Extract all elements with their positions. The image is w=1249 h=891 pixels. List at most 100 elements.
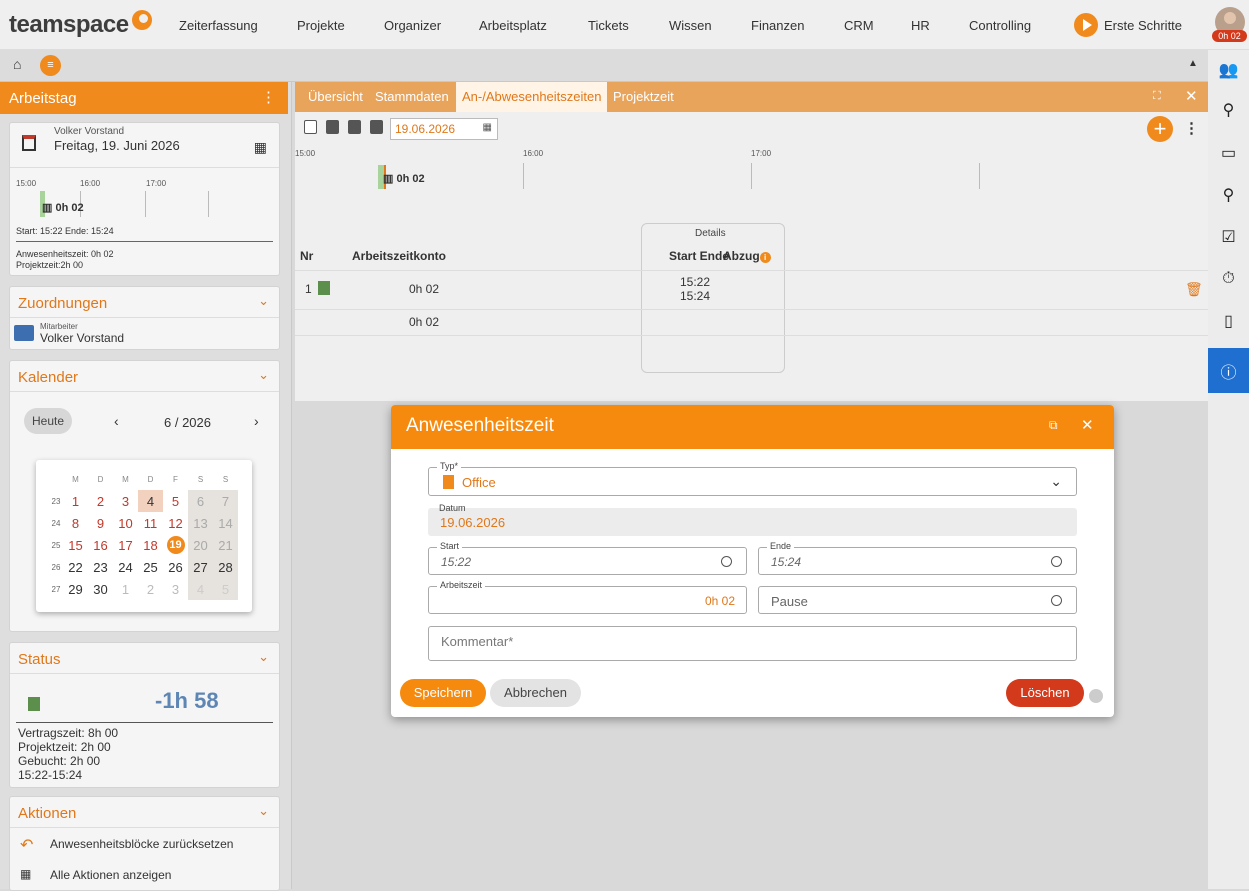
pause-field[interactable]: Pause bbox=[758, 586, 1077, 614]
nav-arbeitsplatz[interactable]: Arbeitsplatz bbox=[479, 18, 547, 33]
calendar-day[interactable]: 2 bbox=[88, 490, 113, 512]
nav-zeiterfassung[interactable]: Zeiterfassung bbox=[179, 18, 258, 33]
task-icon[interactable]: ☑ bbox=[1208, 217, 1249, 257]
info-icon[interactable]: i bbox=[759, 252, 771, 263]
nav-tickets[interactable]: Tickets bbox=[588, 18, 629, 33]
close-icon[interactable]: ✕ bbox=[1081, 416, 1094, 434]
restore-icon[interactable]: ⧉ bbox=[1049, 418, 1058, 433]
users-icon[interactable]: 👥 bbox=[1208, 50, 1249, 90]
calendar-day[interactable]: 2 bbox=[138, 578, 163, 600]
typ-select[interactable]: Typ* Office ⌄ bbox=[428, 461, 1077, 496]
calendar-day[interactable]: 5 bbox=[163, 490, 188, 512]
more-vert-icon[interactable]: ⋮ bbox=[261, 88, 276, 106]
logo[interactable]: teamspace bbox=[9, 10, 152, 39]
tab-stammdaten[interactable]: Stammdaten bbox=[375, 89, 449, 104]
nav-finanzen[interactable]: Finanzen bbox=[751, 18, 804, 33]
calendar-day[interactable]: 13 bbox=[188, 512, 213, 534]
calendar-day[interactable]: 18 bbox=[138, 534, 163, 556]
info-circle-icon[interactable] bbox=[1051, 595, 1062, 606]
nav-projekte[interactable]: Projekte bbox=[297, 18, 345, 33]
prev-month-icon[interactable]: ‹ bbox=[114, 413, 119, 429]
erste-schritte-button[interactable]: Erste Schritte bbox=[1074, 13, 1182, 37]
action-all[interactable]: Alle Aktionen anzeigen bbox=[50, 868, 171, 882]
kalender-header[interactable]: Kalender ⌄ bbox=[10, 361, 279, 392]
calendar-day[interactable]: 25 bbox=[138, 556, 163, 578]
day-view-icon[interactable] bbox=[326, 120, 339, 134]
collapse-up-icon[interactable]: ▲ bbox=[1188, 58, 1198, 69]
nav-hr[interactable]: HR bbox=[911, 18, 930, 33]
save-button[interactable]: Speichern bbox=[400, 679, 486, 707]
ende-field[interactable]: Ende 15:24 bbox=[758, 541, 1077, 575]
stopwatch-icon[interactable]: ⏱ bbox=[1208, 259, 1249, 299]
calendar-day[interactable]: 15 bbox=[63, 534, 88, 556]
mobile-icon[interactable]: ▯ bbox=[1208, 301, 1249, 341]
pin-icon[interactable]: ⚲ bbox=[1208, 175, 1249, 215]
calendar-day[interactable]: 4 bbox=[188, 578, 213, 600]
info-icon[interactable]: ⓘ bbox=[1208, 348, 1249, 393]
expand-icon[interactable]: ⛶ bbox=[1153, 90, 1161, 103]
month-view-icon[interactable] bbox=[370, 120, 383, 134]
calendar-day[interactable]: 10 bbox=[113, 512, 138, 534]
calendar-day[interactable]: 22 bbox=[63, 556, 88, 578]
today-button[interactable]: Heute bbox=[24, 408, 72, 434]
week-view-icon[interactable] bbox=[348, 120, 361, 134]
calendar-day[interactable]: 26 bbox=[163, 556, 188, 578]
calendar-day[interactable]: 16 bbox=[88, 534, 113, 556]
close-icon[interactable]: ✕ bbox=[1185, 87, 1198, 105]
calendar-day[interactable]: 12 bbox=[163, 512, 188, 534]
home-icon[interactable]: ⌂ bbox=[13, 56, 21, 72]
calendar-day[interactable]: 28 bbox=[213, 556, 238, 578]
start-field[interactable]: Start 15:22 bbox=[428, 541, 747, 575]
zuordnungen-header[interactable]: Zuordnungen ⌄ bbox=[10, 287, 279, 318]
calendar-day[interactable]: 17 bbox=[113, 534, 138, 556]
nav-wissen[interactable]: Wissen bbox=[669, 18, 712, 33]
search-icon[interactable]: ⚲ bbox=[1208, 90, 1249, 130]
grid-icon[interactable]: ▦ bbox=[254, 139, 267, 156]
calendar-day[interactable]: 5 bbox=[213, 578, 238, 600]
arbeitszeit-field[interactable]: Arbeitszeit 0h 02 bbox=[428, 580, 747, 614]
clock-icon[interactable] bbox=[1051, 556, 1062, 567]
calendar-day[interactable]: 1 bbox=[63, 490, 88, 512]
action-reset[interactable]: Anwesenheitsblöcke zurücksetzen bbox=[50, 837, 233, 851]
trash-icon[interactable]: 🗑 bbox=[1185, 281, 1203, 298]
tab-projektzeit[interactable]: Projektzeit bbox=[613, 89, 674, 104]
calendar-day[interactable]: 3 bbox=[113, 490, 138, 512]
inbox-icon[interactable]: ▭ bbox=[1208, 133, 1249, 173]
calendar-day[interactable]: 4 bbox=[138, 490, 163, 512]
calendar-day[interactable]: 24 bbox=[113, 556, 138, 578]
calendar-day[interactable]: 19 bbox=[163, 534, 188, 556]
calendar-day[interactable]: 11 bbox=[138, 512, 163, 534]
cancel-button[interactable]: Abbrechen bbox=[490, 679, 581, 707]
calendar-day[interactable]: 9 bbox=[88, 512, 113, 534]
delete-button[interactable]: Löschen bbox=[1006, 679, 1084, 707]
calendar-day[interactable]: 8 bbox=[63, 512, 88, 534]
calendar-day[interactable]: 6 bbox=[188, 490, 213, 512]
nav-controlling[interactable]: Controlling bbox=[969, 18, 1031, 33]
calendar-day[interactable]: 20 bbox=[188, 534, 213, 556]
calendar-day[interactable]: 3 bbox=[163, 578, 188, 600]
calendar-day[interactable]: 23 bbox=[88, 556, 113, 578]
nav-organizer[interactable]: Organizer bbox=[384, 18, 441, 33]
more-vert-icon[interactable]: ⋮ bbox=[1184, 119, 1199, 137]
tab-abwesenheitszeiten[interactable]: An-/Abwesenheitszeiten bbox=[456, 82, 608, 112]
menu-icon[interactable]: ≡ bbox=[40, 55, 61, 76]
clock-icon[interactable] bbox=[721, 556, 732, 567]
calendar-day[interactable]: 21 bbox=[213, 534, 238, 556]
nav-crm[interactable]: CRM bbox=[844, 18, 874, 33]
status-header[interactable]: Status ⌄ bbox=[10, 643, 279, 674]
calendar-day[interactable]: 29 bbox=[63, 578, 88, 600]
list-icon[interactable] bbox=[304, 120, 317, 134]
kommentar-field[interactable]: Kommentar* bbox=[428, 626, 1077, 661]
add-button[interactable]: + bbox=[1147, 116, 1173, 142]
calendar-day[interactable]: 30 bbox=[88, 578, 113, 600]
next-month-icon[interactable]: › bbox=[254, 413, 259, 429]
calendar-day[interactable]: 27 bbox=[188, 556, 213, 578]
aktionen-header[interactable]: Aktionen ⌄ bbox=[10, 797, 279, 828]
employee-name[interactable]: Volker Vorstand bbox=[40, 331, 124, 345]
calendar-day[interactable]: 1 bbox=[113, 578, 138, 600]
tab-uebersicht[interactable]: Übersicht bbox=[308, 89, 363, 104]
weekday-label: D bbox=[97, 474, 104, 484]
calendar-day[interactable]: 7 bbox=[213, 490, 238, 512]
calendar-day[interactable]: 14 bbox=[213, 512, 238, 534]
date-field[interactable]: 19.06.2026 ▦ bbox=[390, 118, 498, 140]
